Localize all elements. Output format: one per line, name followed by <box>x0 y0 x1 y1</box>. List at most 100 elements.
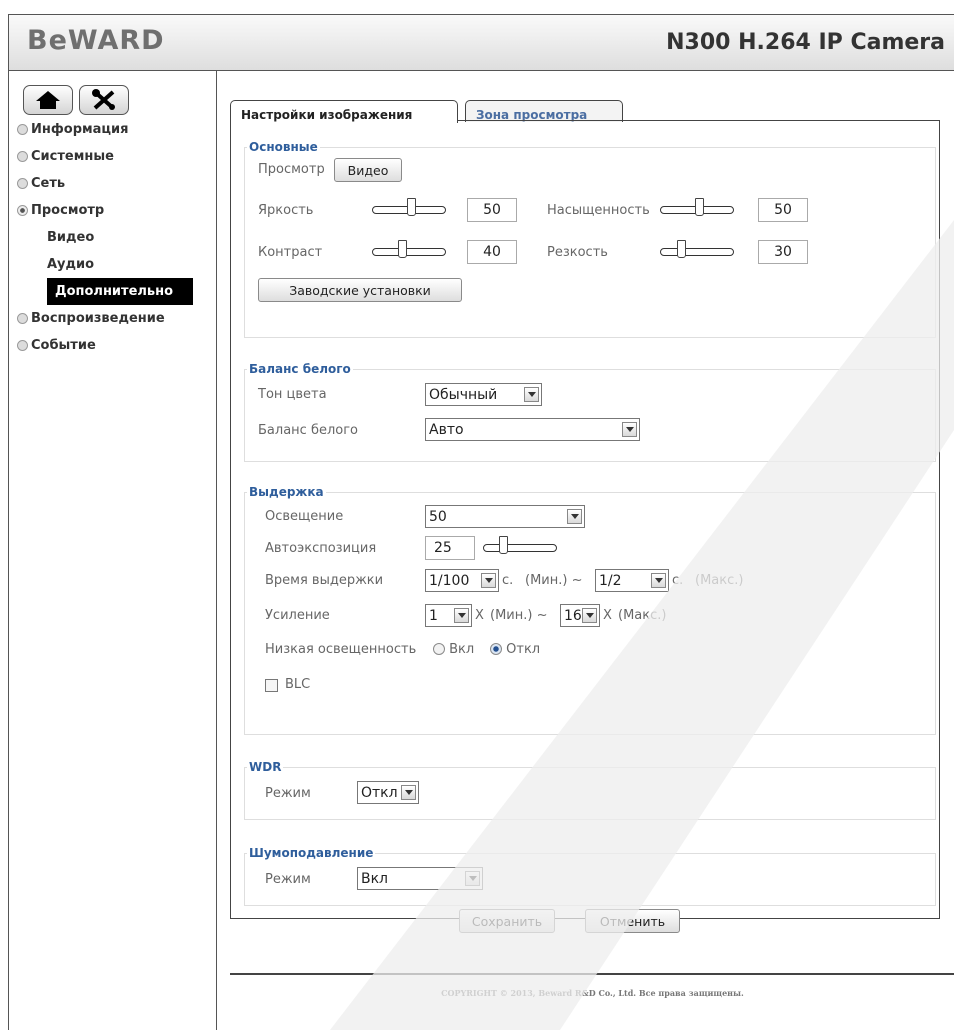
brightness-slider[interactable] <box>372 198 446 222</box>
saturation-slider[interactable] <box>660 198 734 222</box>
chevron-down-icon <box>582 608 597 623</box>
footer-copyright: COPYRIGHT © 2013, Beward R&D Co., Ltd. В… <box>230 973 954 998</box>
header: BeWARD N300 H.264 IP Camera <box>9 15 954 71</box>
chevron-down-icon <box>401 785 416 800</box>
chevron-down-icon <box>524 387 539 402</box>
noise-reduction-section: Шумоподавление Режим Вкл <box>244 846 936 906</box>
sidebar-item-view[interactable]: Просмотр <box>17 197 193 224</box>
wdr-mode-select[interactable]: Откл <box>357 781 419 804</box>
video-preview-button[interactable]: Видео <box>334 158 402 182</box>
low-light-off-option[interactable]: Откл <box>490 642 540 657</box>
contrast-value[interactable]: 40 <box>467 240 517 264</box>
sharpness-value[interactable]: 30 <box>758 240 808 264</box>
section-title: Шумоподавление <box>249 846 374 860</box>
wdr-mode-label: Режим <box>265 786 311 801</box>
section-title: Баланс белого <box>249 362 351 376</box>
max-text: (Макс.) <box>618 608 667 623</box>
tab-view-area[interactable]: Зона просмотра <box>465 100 623 122</box>
app-frame: BeWARD N300 H.264 IP Camera Информация С… <box>8 14 954 1030</box>
max-text: (Макс.) <box>695 573 744 588</box>
section-title: Основные <box>249 140 318 154</box>
saturation-value[interactable]: 50 <box>758 198 808 222</box>
settings-button[interactable] <box>79 85 129 115</box>
chevron-down-icon <box>481 573 496 588</box>
nr-mode-select[interactable]: Вкл <box>357 867 483 890</box>
lighting-label: Освещение <box>265 509 344 524</box>
low-light-label: Низкая освещенность <box>265 642 417 657</box>
page-title: N300 H.264 IP Camera <box>666 30 945 55</box>
blc-checkbox[interactable] <box>265 679 278 692</box>
tab-image-settings[interactable]: Настройки изображения <box>230 100 458 123</box>
color-tone-select[interactable]: Обычный <box>425 383 542 406</box>
exposure-section: Выдержка Освещение 50 Автоэкспозиция 25 … <box>244 485 936 735</box>
color-tone-label: Тон цвета <box>258 387 327 402</box>
sidebar-item-advanced[interactable]: Дополнительно <box>47 278 193 305</box>
sidebar-item-playback[interactable]: Воспроизведение <box>17 305 193 332</box>
x-unit: X <box>475 608 484 623</box>
section-title: WDR <box>249 760 282 774</box>
gain-max-select[interactable]: 16 <box>560 604 600 627</box>
bullet-icon <box>17 151 28 162</box>
home-button[interactable] <box>23 85 73 115</box>
bullet-icon <box>17 205 28 216</box>
shutter-label: Время выдержки <box>265 573 384 588</box>
basic-section: Основные Просмотр Видео Яркость 50 Насыщ… <box>244 140 936 338</box>
contrast-slider[interactable] <box>372 240 446 264</box>
bullet-icon <box>17 313 28 324</box>
gain-label: Усиление <box>265 608 330 623</box>
sidebar-item-system[interactable]: Системные <box>17 143 193 170</box>
sidebar: Информация Системные Сеть Просмотр Видео… <box>9 71 217 1030</box>
home-icon <box>36 91 60 109</box>
bullet-icon <box>17 124 28 135</box>
gain-min-select[interactable]: 1 <box>425 604 472 627</box>
factory-defaults-button[interactable]: Заводские установки <box>258 278 462 302</box>
radio-button[interactable] <box>490 643 502 655</box>
sidebar-item-video[interactable]: Видео <box>17 224 193 251</box>
seconds-unit: с. <box>502 573 514 588</box>
saturation-label: Насыщенность <box>547 203 650 218</box>
sidebar-item-event[interactable]: Событие <box>17 332 193 359</box>
wdr-section: WDR Режим Откл <box>244 760 936 820</box>
white-balance-label: Баланс белого <box>258 423 359 438</box>
sharpness-label: Резкость <box>547 245 608 260</box>
lighting-select[interactable]: 50 <box>425 505 585 528</box>
sidebar-item-network[interactable]: Сеть <box>17 170 193 197</box>
min-text: (Мин.) ~ <box>525 573 583 588</box>
nr-mode-label: Режим <box>265 872 311 887</box>
brightness-value[interactable]: 50 <box>467 198 517 222</box>
cancel-button[interactable]: Отменить <box>585 909 680 933</box>
radio-button[interactable] <box>433 643 445 655</box>
sidebar-item-info[interactable]: Информация <box>17 116 193 143</box>
chevron-down-icon <box>567 509 582 524</box>
white-balance-select[interactable]: Авто <box>425 418 640 441</box>
preview-label: Просмотр <box>258 162 325 177</box>
blc-label: BLC <box>285 677 311 692</box>
shutter-max-select[interactable]: 1/2 <box>595 569 669 592</box>
chevron-down-icon <box>622 422 637 437</box>
chevron-down-icon <box>651 573 666 588</box>
shutter-min-select[interactable]: 1/100 <box>425 569 499 592</box>
x-unit: X <box>603 608 612 623</box>
bullet-icon <box>17 340 28 351</box>
chevron-down-icon <box>454 608 469 623</box>
sharpness-slider[interactable] <box>660 240 734 264</box>
sidebar-nav: Информация Системные Сеть Просмотр Видео… <box>17 116 193 359</box>
main-area: Настройки изображения Зона просмотра Осн… <box>217 71 954 1030</box>
tools-icon <box>92 89 115 110</box>
white-balance-section: Баланс белого Тон цвета Обычный Баланс б… <box>244 362 936 462</box>
brightness-label: Яркость <box>258 203 314 218</box>
settings-panel: Основные Просмотр Видео Яркость 50 Насыщ… <box>230 120 940 933</box>
auto-exposure-label: Автоэкспозиция <box>265 541 377 556</box>
chevron-down-icon <box>465 871 480 886</box>
contrast-label: Контраст <box>258 245 323 260</box>
low-light-on-option[interactable]: Вкл <box>433 642 474 657</box>
auto-exposure-value[interactable]: 25 <box>425 536 475 560</box>
seconds-unit: с. <box>672 573 684 588</box>
save-button[interactable]: Сохранить <box>459 909 555 933</box>
sidebar-item-audio[interactable]: Аудио <box>17 251 193 278</box>
auto-exposure-slider[interactable] <box>483 536 557 560</box>
section-title: Выдержка <box>249 485 324 499</box>
bullet-icon <box>17 178 28 189</box>
logo: BeWARD <box>27 25 165 56</box>
min-text: (Мин.) ~ <box>490 608 548 623</box>
